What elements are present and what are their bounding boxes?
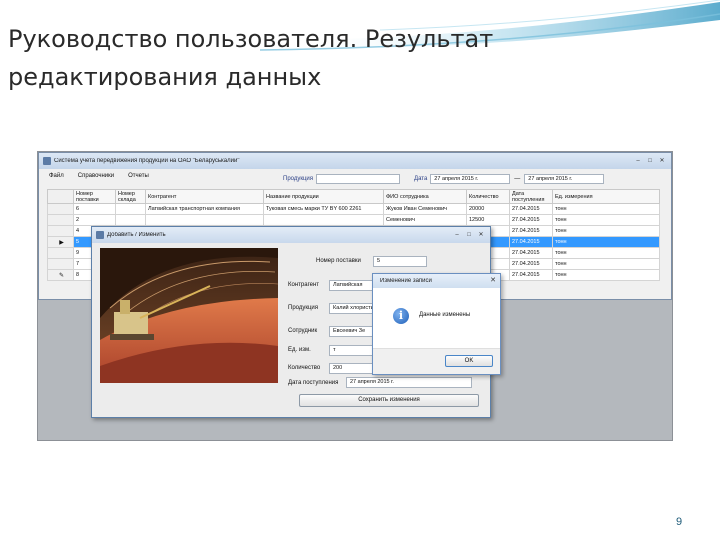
date-from-picker[interactable]: 27 апреля 2015 г.	[430, 174, 511, 184]
warehouse-photo	[100, 248, 278, 383]
product-filter-input[interactable]	[316, 174, 401, 184]
contractor-label: Контрагент	[288, 282, 320, 288]
delivery-number-field[interactable]: 5	[373, 256, 427, 267]
column-header[interactable]: ФИО сотрудника	[383, 189, 467, 204]
product-label: Продукция	[288, 305, 319, 311]
minimize-button[interactable]: –	[633, 157, 643, 166]
table-cell[interactable]: 27.04.2015	[509, 236, 553, 248]
table-cell[interactable]: тонн	[552, 236, 660, 248]
dialog-icon	[96, 231, 104, 239]
dialog-close-button[interactable]: ✕	[476, 231, 486, 240]
application-screenshot: Система учета передвижения продукции на …	[37, 151, 673, 441]
slide-title: Руководство пользователя. Результат реда…	[8, 25, 494, 91]
message-box-footer: OK	[373, 348, 500, 374]
save-changes-button[interactable]: Сохранить изменения	[299, 394, 479, 407]
row-header[interactable]: ▶	[47, 236, 74, 248]
message-box-close-icon[interactable]: ✕	[490, 276, 496, 284]
dialog-minimize-button[interactable]: –	[452, 231, 462, 240]
close-button[interactable]: ✕	[657, 157, 667, 166]
ok-button[interactable]: OK	[445, 355, 493, 367]
table-cell[interactable]: 27.04.2015	[509, 258, 553, 270]
table-cell[interactable]	[115, 214, 146, 226]
info-icon: i	[393, 308, 409, 324]
row-header[interactable]: ✎	[47, 269, 74, 281]
table-cell[interactable]: 27.04.2015	[509, 247, 553, 259]
table-cell[interactable]	[263, 214, 384, 226]
message-box: Изменение записи ✕ i Данные изменены OK	[372, 273, 501, 375]
table-cell[interactable]: 27.04.2015	[509, 225, 553, 237]
table-cell[interactable]: Жуков Иван Семенович	[383, 203, 467, 215]
table-cell[interactable]: 27.04.2015	[509, 203, 553, 215]
potash-warehouse-image	[100, 248, 278, 383]
column-header[interactable]: Контрагент	[145, 189, 264, 204]
column-header[interactable]: Номер склада	[115, 189, 146, 204]
table-cell[interactable]: 2	[73, 214, 116, 226]
menu-references[interactable]: Справочники	[78, 173, 114, 179]
product-filter-label: Продукция	[283, 176, 314, 182]
row-header[interactable]	[47, 247, 74, 259]
column-header[interactable]: Количество	[466, 189, 510, 204]
employee-label: Сотрудник	[288, 328, 318, 334]
table-cell[interactable]	[115, 203, 146, 215]
table-cell[interactable]: тонн	[552, 269, 660, 281]
row-header-corner	[47, 189, 74, 204]
unit-label: Ед. изм.	[288, 347, 311, 353]
date-filter: Дата 27 апреля 2015 г. — 27 апреля 2015 …	[414, 174, 605, 184]
delivery-date-picker[interactable]: 27 апреля 2015 г.	[346, 377, 472, 388]
message-box-titlebar: Изменение записи	[373, 274, 500, 288]
table-cell[interactable]: 12500	[466, 214, 510, 226]
message-text: Данные изменены	[419, 312, 471, 318]
row-header[interactable]	[47, 225, 74, 237]
table-cell[interactable]: тонн	[552, 214, 660, 226]
table-cell[interactable]: Латвийская транспортная компания	[145, 203, 264, 215]
column-header[interactable]: Номер поставки	[73, 189, 116, 204]
app-icon	[43, 157, 51, 165]
message-box-title: Изменение записи	[380, 278, 432, 284]
main-window-title: Система учета передвижения продукции на …	[54, 158, 240, 164]
table-cell[interactable]: тонн	[552, 258, 660, 270]
date-range-dash: —	[514, 176, 521, 182]
column-header[interactable]: Название продукции	[263, 189, 384, 204]
table-cell[interactable]: Туковая смесь марки ТУ BY 600 2261	[263, 203, 384, 215]
edit-dialog-titlebar: Добавить / Изменить – □ ✕	[92, 227, 490, 243]
quantity-label: Количество	[288, 365, 321, 371]
date-to-picker[interactable]: 27 апреля 2015 г.	[524, 174, 605, 184]
table-row[interactable]: 6 Латвийская транспортная компания Туковая…	[47, 203, 660, 215]
column-header[interactable]: Ед. измерения	[552, 189, 660, 204]
page-number: 9	[676, 516, 683, 528]
menu-reports[interactable]: Отчеты	[128, 173, 149, 179]
main-window-titlebar: Система учета передвижения продукции на …	[39, 153, 671, 169]
dialog-maximize-button[interactable]: □	[464, 231, 474, 240]
table-cell[interactable]: 20000	[466, 203, 510, 215]
table-row[interactable]: 2 Семенович 12500 27.04.2015 тонн	[47, 214, 660, 226]
table-cell[interactable]: 27.04.2015	[509, 214, 553, 226]
delivery-number-label: Номер поставки	[316, 258, 361, 264]
table-cell[interactable]: 27.04.2015	[509, 269, 553, 281]
product-filter: Продукция	[283, 174, 401, 184]
row-header[interactable]	[47, 203, 74, 215]
delivery-date-label: Дата поступления	[288, 380, 339, 386]
table-cell[interactable]: 6	[73, 203, 116, 215]
column-header[interactable]: Дата поступления	[509, 189, 553, 204]
menu-file[interactable]: Файл	[49, 173, 64, 179]
table-cell[interactable]: Семенович	[383, 214, 467, 226]
maximize-button[interactable]: □	[645, 157, 655, 166]
table-cell[interactable]: тонн	[552, 203, 660, 215]
table-cell[interactable]: тонн	[552, 225, 660, 237]
grid-header-row: Номер поставки Номер склада Контрагент Н…	[47, 189, 660, 204]
slide: Руководство пользователя. Результат реда…	[0, 0, 720, 540]
row-header[interactable]	[47, 214, 74, 226]
table-cell[interactable]: тонн	[552, 247, 660, 259]
edit-dialog-title: Добавить / Изменить	[107, 232, 166, 238]
date-filter-label: Дата	[414, 176, 428, 182]
table-cell[interactable]	[145, 214, 264, 226]
menubar: Файл Справочники Отчеты	[49, 173, 149, 179]
row-header[interactable]	[47, 258, 74, 270]
